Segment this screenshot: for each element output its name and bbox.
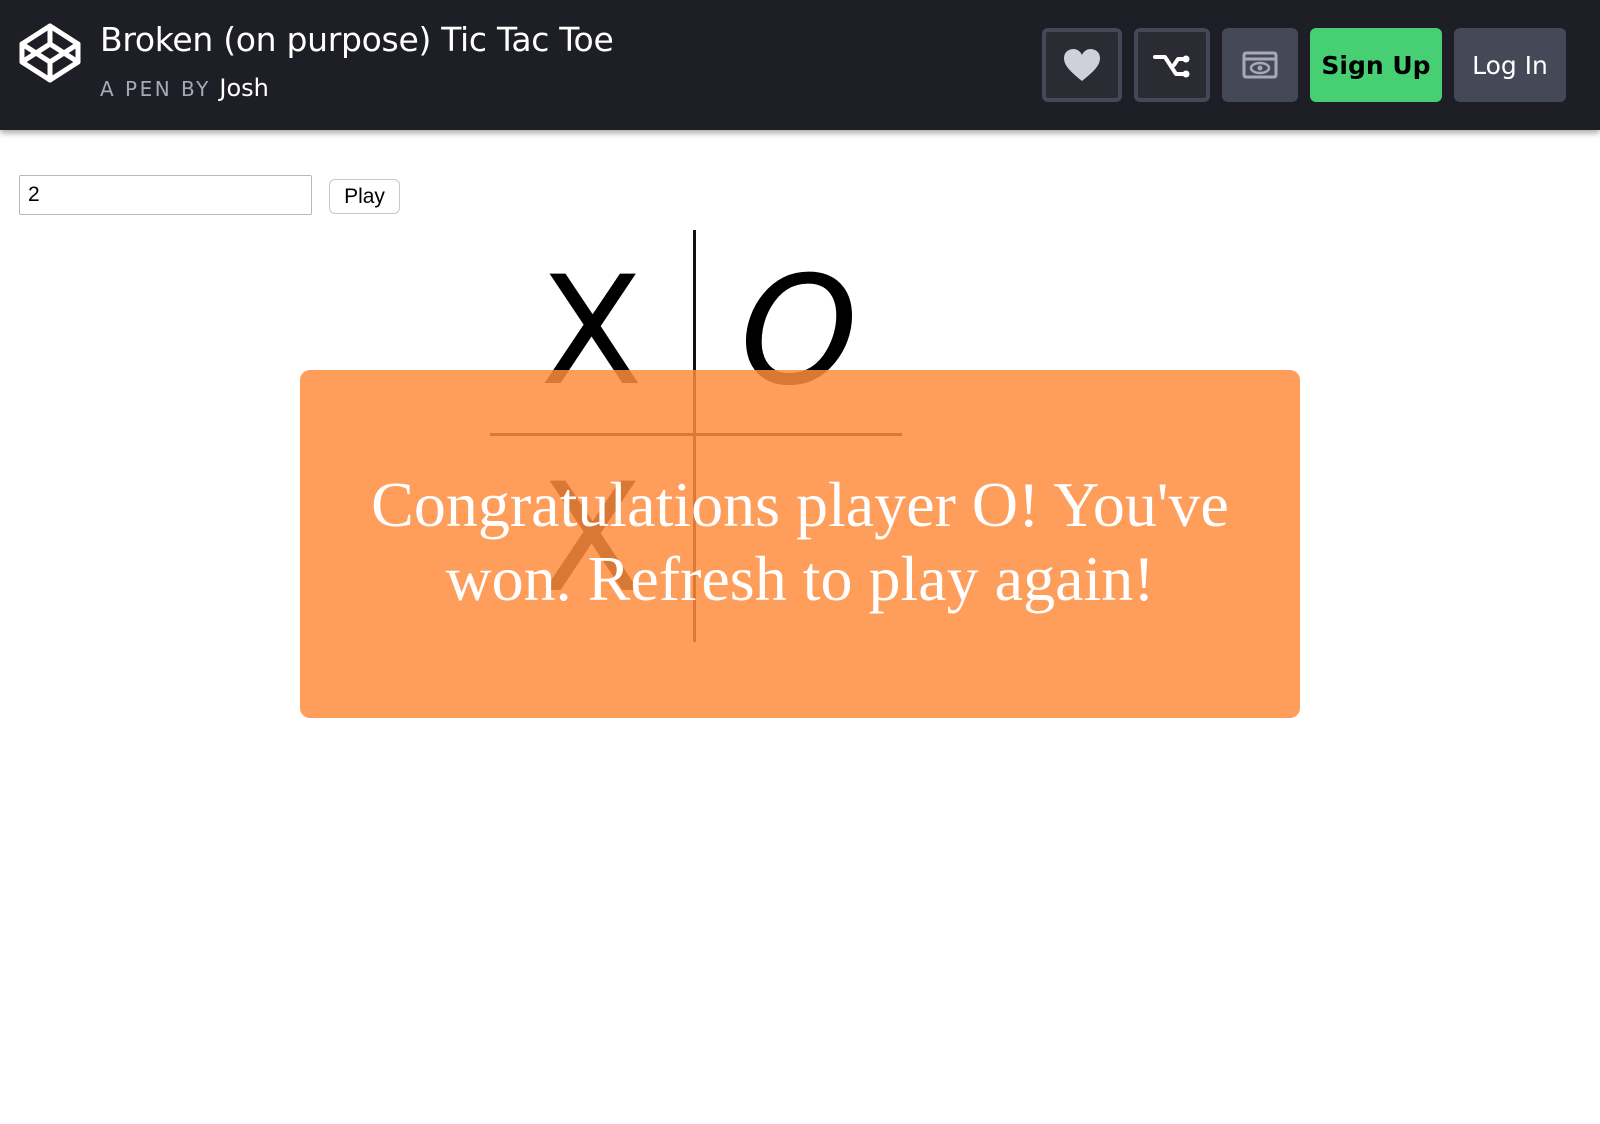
site-header: Broken (on purpose) Tic Tac Toe A PEN BY… <box>0 0 1600 130</box>
pen-title: Broken (on purpose) Tic Tac Toe <box>100 20 614 59</box>
winner-overlay: Congratulations player O! You've won. Re… <box>300 370 1300 718</box>
pen-byline: A PEN BY Josh <box>100 74 269 102</box>
fork-icon <box>1153 55 1190 78</box>
play-button[interactable]: Play <box>329 179 400 214</box>
pen-by-label: A PEN BY <box>100 77 211 101</box>
author-link[interactable]: Josh <box>219 74 268 102</box>
log-in-button[interactable]: Log In <box>1454 28 1566 102</box>
change-view-button[interactable] <box>1222 28 1298 102</box>
sign-up-button[interactable]: Sign Up <box>1310 28 1442 102</box>
eye-icon <box>1242 51 1278 79</box>
love-button[interactable] <box>1042 28 1122 102</box>
winner-message: Congratulations player O! You've won. Re… <box>371 469 1229 614</box>
codepen-logo-icon[interactable] <box>18 22 82 84</box>
heart-icon <box>1064 49 1100 81</box>
fork-button[interactable] <box>1134 28 1210 102</box>
board-size-input[interactable] <box>19 175 312 215</box>
